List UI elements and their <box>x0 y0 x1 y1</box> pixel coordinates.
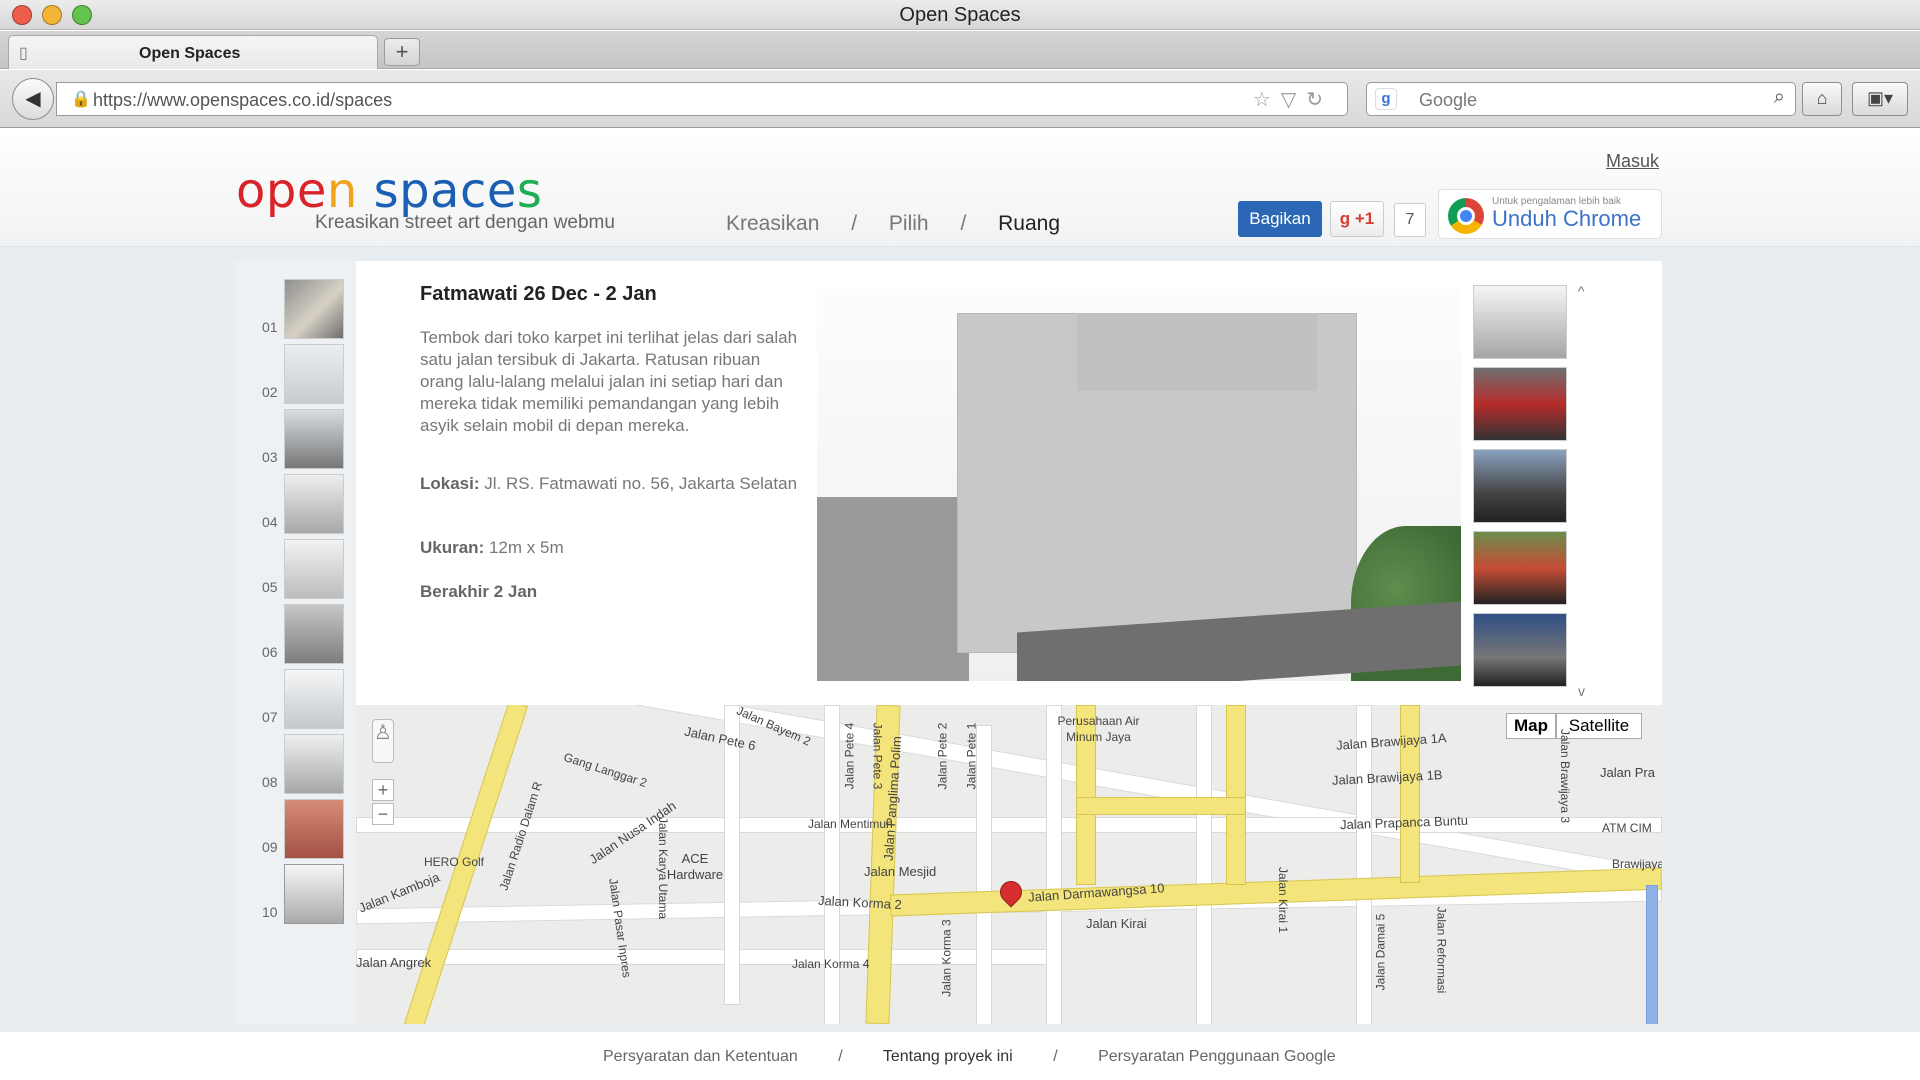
space-thumb <box>284 734 344 794</box>
nav-pilih[interactable]: Pilih <box>889 212 929 235</box>
footer-about-link[interactable]: Tentang proyek ini <box>883 1048 1013 1065</box>
photo-thumb[interactable] <box>1473 285 1567 359</box>
address-url[interactable]: https://www.openspaces.co.id/spaces <box>93 90 392 111</box>
tab-favicon-icon: ▯ <box>19 45 28 62</box>
space-item[interactable]: 05 <box>236 539 356 604</box>
browser-tab[interactable]: ▯ Open Spaces <box>8 35 378 69</box>
map-type-button[interactable]: Map <box>1506 713 1556 739</box>
new-tab-button[interactable]: + <box>384 38 420 66</box>
site-logo[interactable]: open spaces <box>236 163 542 219</box>
footer-links: Persyaratan dan Ketentuan / Tentang proy… <box>603 1048 1336 1066</box>
search-placeholder: Google <box>1419 90 1478 110</box>
home-icon[interactable]: ⌂ <box>1802 82 1842 116</box>
space-thumb <box>284 344 344 404</box>
space-detail-panel: Fatmawati 26 Dec - 2 Jan Tembok dari tok… <box>356 261 1662 706</box>
space-size: Ukuran: 12m x 5m <box>420 538 564 557</box>
main-nav: Kreasikan / Pilih / Ruang <box>726 212 1086 236</box>
adjacent-building-image <box>817 497 969 681</box>
map-view[interactable]: ♙ + − Map Satellite Jalan Radio Dalam R … <box>356 705 1662 1024</box>
bookmarks-icon[interactable]: ▣▾ <box>1852 82 1908 116</box>
nav-ruang[interactable]: Ruang <box>998 212 1060 235</box>
photo-thumb[interactable] <box>1473 531 1567 605</box>
photo-thumb[interactable] <box>1473 449 1567 523</box>
search-box[interactable]: g Google ⌕ <box>1366 82 1796 116</box>
footer-separator: / <box>1053 1048 1058 1065</box>
main-road <box>1076 797 1246 815</box>
chrome-promo-title: Unduh Chrome <box>1492 206 1642 231</box>
space-thumb <box>284 604 344 664</box>
footer-separator: / <box>838 1048 843 1065</box>
nav-separator: / <box>960 212 967 235</box>
space-item[interactable]: 08 <box>236 734 356 799</box>
address-bar[interactable]: 🔒 https://www.openspaces.co.id/spaces ☆▽… <box>56 82 1348 116</box>
web-page: open spaces Kreasikan street art dengan … <box>0 129 1920 1080</box>
space-item[interactable]: 10 <box>236 864 356 929</box>
chrome-icon <box>1448 198 1484 234</box>
address-bar-icons: ☆▽↻ <box>1252 89 1333 111</box>
google-icon: g <box>1375 88 1397 110</box>
share-button[interactable]: Bagikan <box>1238 201 1322 237</box>
space-title: Fatmawati 26 Dec - 2 Jan <box>420 283 657 305</box>
space-thumb-selected <box>284 864 344 924</box>
street-view-pegman-icon[interactable]: ♙ <box>372 719 394 763</box>
main-road <box>1226 705 1246 885</box>
nav-kreasikan[interactable]: Kreasikan <box>726 212 819 235</box>
space-location: Lokasi: Jl. RS. Fatmawati no. 56, Jakart… <box>420 474 798 493</box>
search-icon[interactable]: ⌕ <box>1774 86 1785 109</box>
space-end-date: Berakhir 2 Jan <box>420 582 538 601</box>
space-item[interactable]: 09 <box>236 799 356 864</box>
back-arrow-icon[interactable]: ◀ <box>12 78 54 120</box>
zoom-in-icon[interactable]: + <box>372 779 394 801</box>
main-content: 01 02 03 04 05 06 07 08 09 10 Fatmawati … <box>0 247 1920 1032</box>
space-thumbnails: 01 02 03 04 05 06 07 08 09 10 <box>236 261 356 1024</box>
browser-toolbar: ◀ 🔒 https://www.openspaces.co.id/spaces … <box>0 70 1920 128</box>
main-road <box>1646 885 1658 1024</box>
space-thumb <box>284 279 344 339</box>
window-title: Open Spaces <box>899 4 1021 26</box>
space-item[interactable]: 06 <box>236 604 356 669</box>
window-titlebar: Open Spaces <box>0 0 1920 30</box>
space-description: Tembok dari toko karpet ini terlihat jel… <box>420 328 798 435</box>
photo-thumbnail-strip <box>1473 285 1569 687</box>
space-item[interactable]: 07 <box>236 669 356 734</box>
login-link[interactable]: Masuk <box>1606 151 1659 172</box>
tab-bar: ▯ Open Spaces + <box>0 31 1920 69</box>
scroll-down-icon[interactable]: v <box>1578 683 1585 699</box>
space-thumb <box>284 409 344 469</box>
footer-google-terms-link[interactable]: Persyaratan Penggunaan Google <box>1098 1048 1336 1065</box>
space-thumb <box>284 669 344 729</box>
nav-separator: / <box>851 212 858 235</box>
building-top-image <box>1077 313 1317 391</box>
building-photo[interactable] <box>817 287 1461 681</box>
lock-icon: 🔒 <box>71 91 91 108</box>
space-thumb <box>284 474 344 534</box>
tab-title: Open Spaces <box>139 45 241 62</box>
zoom-out-icon[interactable]: − <box>372 803 394 825</box>
scroll-up-icon[interactable]: ^ <box>1578 283 1585 299</box>
share-count: 7 <box>1394 203 1426 237</box>
google-plus-button[interactable]: g +1 <box>1330 201 1384 237</box>
site-header: open spaces Kreasikan street art dengan … <box>0 129 1920 247</box>
site-footer: Persyaratan dan Ketentuan / Tentang proy… <box>0 1032 1920 1080</box>
g-logo-icon: g <box>1339 209 1351 228</box>
photo-thumb[interactable] <box>1473 613 1567 687</box>
space-item[interactable]: 04 <box>236 474 356 539</box>
space-item[interactable]: 02 <box>236 344 356 409</box>
download-chrome-promo[interactable]: Untuk pengalaman lebih baik Unduh Chrome <box>1438 189 1662 239</box>
footer-terms-link[interactable]: Persyaratan dan Ketentuan <box>603 1048 798 1065</box>
site-tagline: Kreasikan street art dengan webmu <box>315 212 615 233</box>
space-item[interactable]: 03 <box>236 409 356 474</box>
space-item[interactable]: 01 <box>236 279 356 344</box>
space-thumb <box>284 799 344 859</box>
space-thumb <box>284 539 344 599</box>
photo-thumb[interactable] <box>1473 367 1567 441</box>
